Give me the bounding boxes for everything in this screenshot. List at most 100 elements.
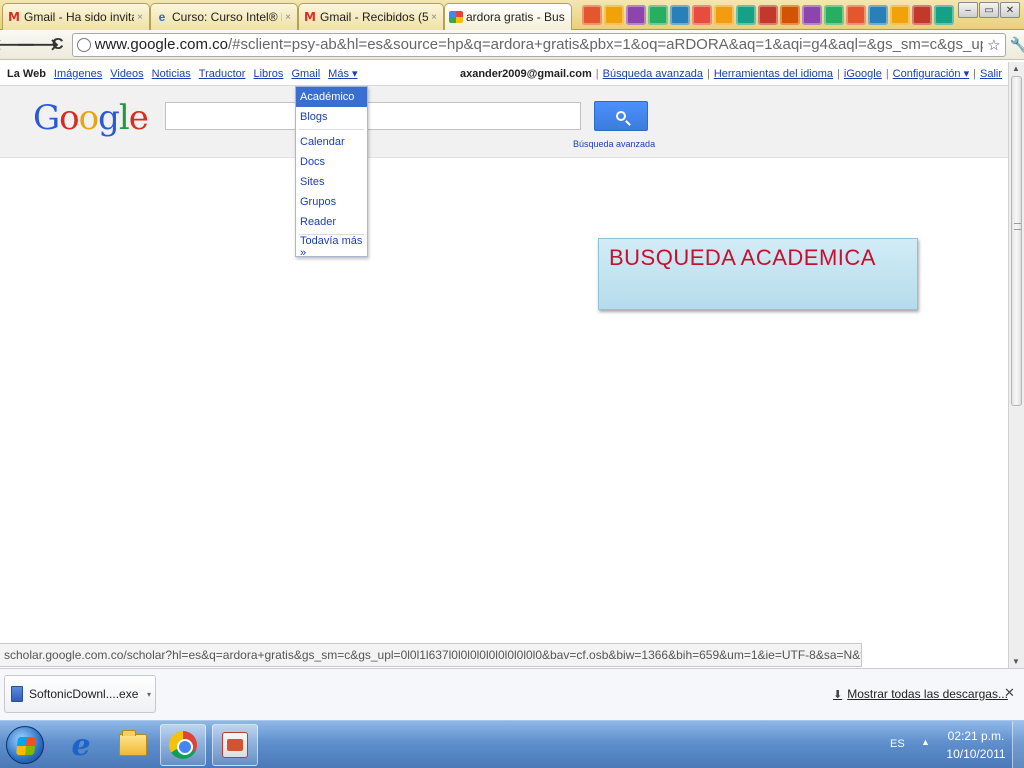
url-text[interactable]: www.google.com.co/#sclient=psy-ab&hl=es&… (95, 36, 984, 53)
gbar-more-menu[interactable]: Más ▾ (328, 67, 357, 80)
status-url-bubble: scholar.google.com.co/scholar?hl=es&q=ar… (0, 643, 862, 667)
gbar-link-gmail[interactable]: Gmail (291, 68, 320, 80)
clock-time: 02:21 p.m. (947, 729, 1005, 743)
gmail-icon: M (304, 10, 316, 24)
tab-close-icon[interactable]: × (285, 12, 291, 23)
account-email: axander2009@gmail.com (459, 67, 592, 80)
system-clock[interactable]: 02:21 p.m. 10/10/2011 (944, 727, 1008, 763)
dropdown-item-reader[interactable]: Reader (296, 212, 367, 232)
browser-tab-strip: M Gmail - Ha sido invitado × e Curso: Cu… (0, 0, 1024, 30)
gbar-account: axander2009@gmail.com | Búsqueda avanzad… (459, 67, 1008, 81)
tab-title: Gmail - Recibidos (50 (320, 10, 429, 24)
scroll-up-icon[interactable]: ▲ (1012, 64, 1020, 73)
dropdown-item-sites[interactable]: Sites (296, 172, 367, 192)
vertical-scrollbar[interactable]: ▲ ▼ (1008, 62, 1024, 668)
download-arrow-icon: ⬇ (833, 688, 843, 701)
google-logo[interactable]: Google (33, 98, 149, 138)
gbar-link-images[interactable]: Imágenes (54, 68, 102, 80)
more-services-dropdown: Académico Blogs Calendar Docs Sites Grup… (295, 86, 368, 259)
search-button[interactable] (594, 101, 648, 131)
scrollbar-thumb[interactable] (1011, 76, 1022, 406)
gbar-link-translate[interactable]: Traductor (199, 68, 246, 80)
reload-button[interactable]: C (52, 35, 64, 55)
gbar-sign-out[interactable]: Salir (980, 68, 1002, 80)
url-host: www.google.com.co (94, 36, 228, 53)
window-controls: – ▭ ✕ (958, 2, 1020, 18)
grip-icon (1014, 223, 1021, 230)
gbar-services: La Web Imágenes Videos Noticias Traducto… (7, 67, 358, 81)
tab-gmail-invited[interactable]: M Gmail - Ha sido invitado × (2, 3, 150, 30)
dropdown-item-academico[interactable]: Académico (296, 87, 367, 107)
browser-toolbar: 🡐 🡒 C www.google.com.co/#sclient=psy-ab&… (0, 30, 1024, 60)
download-menu-icon[interactable]: ▾ (147, 690, 151, 699)
search-input[interactable] (165, 102, 581, 130)
taskbar-file-explorer[interactable] (110, 724, 156, 766)
wrench-menu-icon[interactable]: 🔧 (1010, 34, 1024, 56)
tab-ardora-search[interactable]: ardora gratis - Buscar (444, 3, 572, 30)
annotation-callout: BUSQUEDA ACADEMICA (598, 238, 918, 310)
dropdown-divider (299, 129, 364, 130)
gbar-settings[interactable]: Configuración ▾ (893, 67, 969, 80)
ie-page-icon: e (158, 10, 166, 24)
exe-file-icon (11, 686, 23, 702)
download-shelf: SoftonicDownl....exe ▾ ⬇ Mostrar todas l… (0, 668, 1024, 720)
internet-explorer-icon: e (71, 727, 91, 763)
bookmark-star-icon[interactable]: ☆ (987, 36, 1000, 54)
taskbar-powerpoint[interactable] (212, 724, 258, 766)
show-all-downloads-link[interactable]: ⬇ Mostrar todas las descargas... (833, 687, 1008, 701)
dropdown-item-calendar[interactable]: Calendar (296, 132, 367, 152)
tab-close-icon[interactable]: × (431, 12, 437, 23)
windows-taskbar: e ES ▲ 02:21 p.m. 10/10/2011 (0, 720, 1024, 768)
search-header: Google Búsqueda avanzada (0, 86, 1008, 158)
tab-curso-intel[interactable]: e Curso: Curso Intel® Es × (150, 3, 298, 30)
google-icon (449, 11, 463, 23)
gbar-link-videos[interactable]: Videos (110, 68, 143, 80)
gbar-igoogle[interactable]: iGoogle (844, 68, 882, 80)
taskbar-chrome[interactable] (160, 724, 206, 766)
start-button[interactable] (6, 726, 44, 764)
maximize-button[interactable]: ▭ (979, 2, 999, 18)
close-download-shelf-icon[interactable]: ✕ (1004, 685, 1015, 701)
dropdown-item-more[interactable]: Todavía más » (296, 235, 367, 259)
tab-close-icon[interactable]: × (137, 12, 143, 23)
url-path: /#sclient=psy-ab&hl=es&source=hp&q=ardor… (227, 36, 984, 53)
gbar-link-news[interactable]: Noticias (152, 68, 191, 80)
close-window-button[interactable]: ✕ (1000, 2, 1020, 18)
separator: | (885, 67, 889, 80)
separator: | (973, 67, 976, 80)
gmail-icon: M (8, 10, 20, 24)
google-nav-bar: La Web Imágenes Videos Noticias Traducto… (0, 62, 1008, 86)
separator: | (706, 67, 710, 80)
language-indicator[interactable]: ES (890, 738, 905, 750)
powerpoint-icon (222, 732, 248, 758)
minimize-button[interactable]: – (958, 2, 978, 18)
tab-title: ardora gratis - Buscar (466, 10, 565, 24)
tab-gmail-inbox[interactable]: M Gmail - Recibidos (50 × (298, 3, 444, 30)
separator: | (595, 67, 599, 80)
dropdown-item-grupos[interactable]: Grupos (296, 192, 367, 212)
scroll-down-icon[interactable]: ▼ (1012, 657, 1020, 666)
clock-date: 10/10/2011 (946, 747, 1006, 761)
gbar-link-books[interactable]: Libros (253, 68, 283, 80)
show-all-downloads-label: Mostrar todas las descargas... (847, 687, 1008, 701)
show-hidden-icons-icon[interactable]: ▲ (921, 737, 930, 747)
address-bar[interactable]: www.google.com.co/#sclient=psy-ab&hl=es&… (71, 32, 1006, 57)
gbar-current-web: La Web (7, 67, 46, 80)
windows-logo-icon (16, 737, 36, 755)
dropdown-item-docs[interactable]: Docs (296, 152, 367, 172)
advanced-search-link[interactable]: Búsqueda avanzada (573, 139, 655, 149)
tab-title: Gmail - Ha sido invitado (24, 10, 134, 24)
forward-button[interactable]: 🡒 (17, 35, 60, 55)
dropdown-item-blogs[interactable]: Blogs (296, 107, 367, 127)
tab-title: Curso: Curso Intel® Es (172, 10, 282, 24)
callout-text: BUSQUEDA ACADEMICA (609, 245, 876, 270)
download-file-name: SoftonicDownl....exe (29, 687, 139, 701)
show-desktop-button[interactable] (1012, 721, 1024, 768)
gbar-advanced-search[interactable]: Búsqueda avanzada (603, 68, 703, 80)
gbar-language-tools[interactable]: Herramientas del idioma (714, 68, 833, 80)
page-info-icon[interactable] (76, 37, 91, 52)
search-icon (616, 111, 626, 121)
download-item[interactable]: SoftonicDownl....exe ▾ (4, 675, 156, 713)
chrome-icon (169, 731, 197, 759)
taskbar-internet-explorer[interactable]: e (58, 724, 104, 766)
